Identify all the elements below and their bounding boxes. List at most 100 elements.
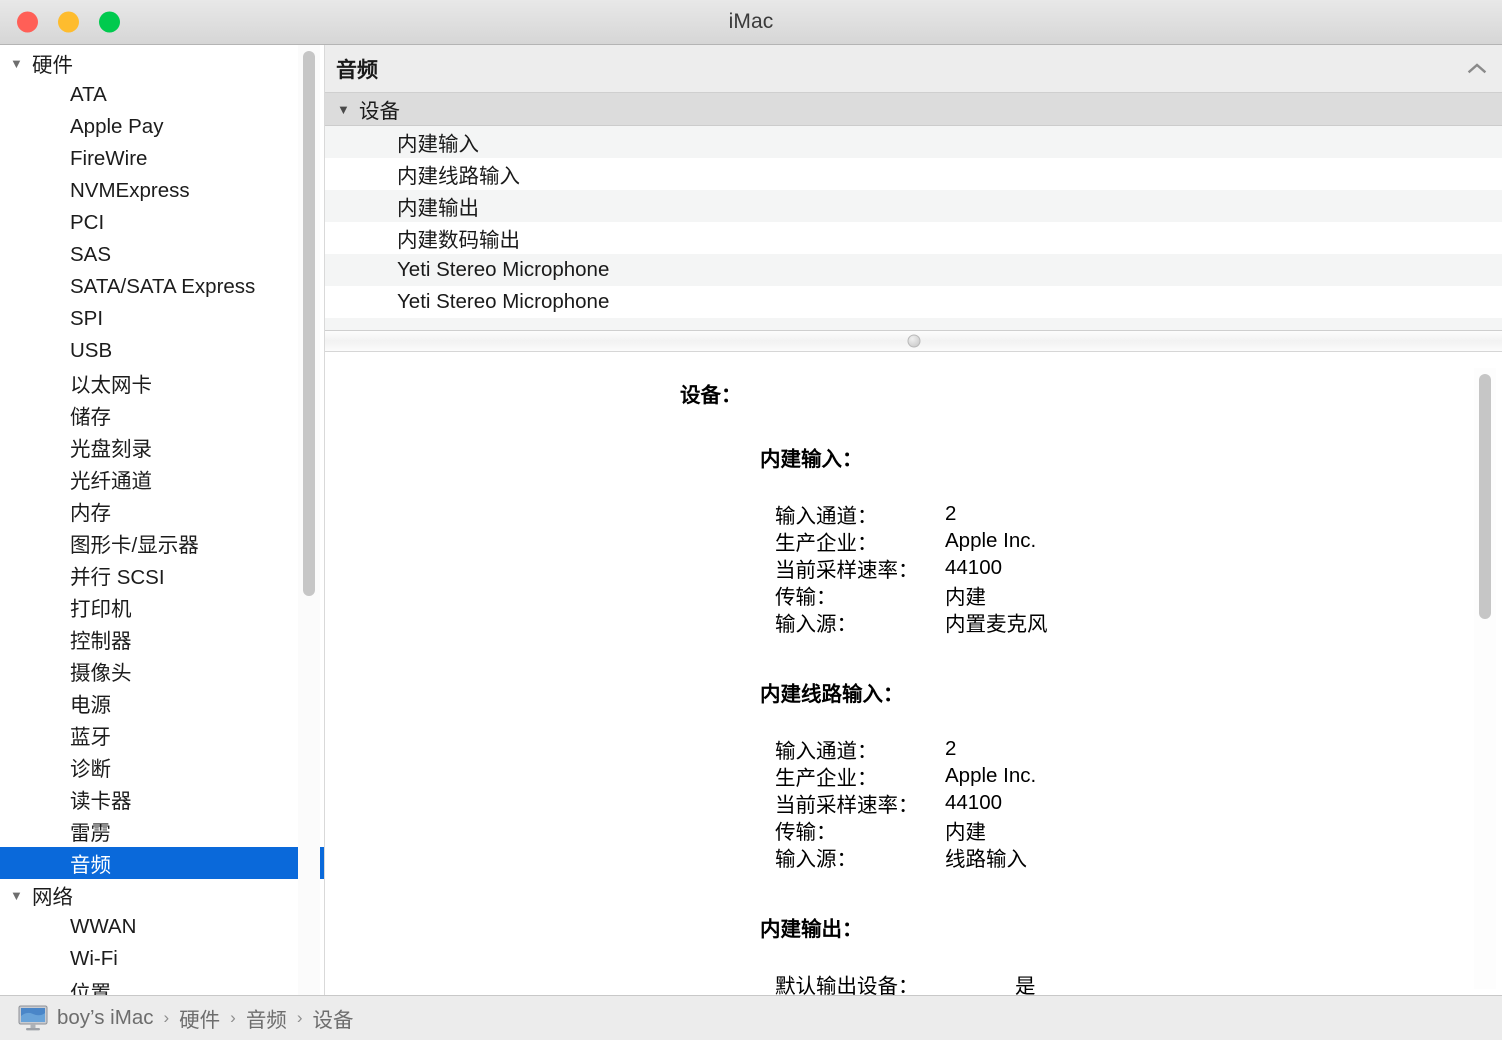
breadcrumb-item-hardware[interactable]: 硬件 [179,1003,220,1033]
breadcrumb-item-audio[interactable]: 音频 [246,1003,287,1033]
sidebar-scrollbar-thumb[interactable] [303,51,315,596]
sidebar-item-label: 打印机 [70,598,132,621]
sidebar-item-label: 诊断 [70,758,111,781]
detail-value: 内置麦克风 [945,612,1048,636]
detail-root-label: 设备： [680,384,742,407]
sidebar-item-bluetooth[interactable]: 蓝牙 [0,719,324,751]
table-row[interactable]: 内建输出 [325,190,1502,222]
detail-row: 输入源： 内置麦克风 [775,608,1502,636]
sidebar-item-audio[interactable]: 音频 [0,847,324,879]
statusbar: boy’s iMac › 硬件 › 音频 › 设备 [0,995,1502,1040]
detail-label: 当前采样速率： [775,558,919,582]
sidebar-group-label: 网络 [32,886,73,909]
sidebar-item-disc-burning[interactable]: 光盘刻录 [0,431,324,463]
sidebar-item-nvmexpress[interactable]: NVMExpress [0,175,324,207]
detail-label: 输入源： [775,612,857,636]
breadcrumb-separator-icon: › [296,1008,303,1027]
sidebar-item-memory[interactable]: 内存 [0,495,324,527]
table-empty-row [325,318,1502,330]
content-pane: 音频 ▼ 设备 内建输入 内建线路输入 内建输出 内建数码输出 Yeti Ste… [325,45,1502,995]
sidebar-item-pci[interactable]: PCI [0,207,324,239]
sidebar: ▼ 硬件 ATA Apple Pay FireWire NVMExpress P… [0,45,325,995]
breadcrumb-item-devices[interactable]: 设备 [312,1003,353,1033]
sidebar-item-parallel-scsi[interactable]: 并行 SCSI [0,559,324,591]
sidebar-item-label: SAS [70,243,112,266]
device-name: 内建输入 [397,133,479,156]
table-row[interactable]: 内建数码输出 [325,222,1502,254]
sidebar-item-label: 图形卡/显示器 [70,534,199,557]
close-button[interactable] [17,11,38,33]
pane-splitter[interactable] [325,330,1502,352]
sidebar-item-label: 读卡器 [70,790,132,813]
sidebar-item-label: PCI [70,211,105,234]
sidebar-item-apple-pay[interactable]: Apple Pay [0,111,324,143]
sidebar-item-camera[interactable]: 摄像头 [0,655,324,687]
triangle-down-icon[interactable]: ▼ [10,889,32,902]
sidebar-item-thunderbolt[interactable]: 雷雳 [0,815,324,847]
detail-value: Apple Inc. [945,528,1037,552]
splitter-handle[interactable] [907,334,920,348]
sidebar-item-label: Apple Pay [70,115,164,138]
page-title: 音频 [336,58,378,82]
imac-icon [18,1005,48,1031]
sidebar-item-controller[interactable]: 控制器 [0,623,324,655]
sidebar-scrollbar-track[interactable] [298,45,320,995]
detail-value: 内建 [945,585,986,609]
sidebar-item-locations[interactable]: 位置 [0,975,324,995]
sidebar-item-spi[interactable]: SPI [0,303,324,335]
zoom-button[interactable] [99,11,120,33]
sidebar-item-firewire[interactable]: FireWire [0,143,324,175]
sidebar-item-label: 以太网卡 [70,374,152,397]
detail-value: 2 [945,501,957,525]
sidebar-item-printers[interactable]: 打印机 [0,591,324,623]
sidebar-item-ata[interactable]: ATA [0,79,324,111]
sidebar-item-card-reader[interactable]: 读卡器 [0,783,324,815]
detail-content: 设备： 内建输入： 输入通道： 2 生产企业： Apple Inc. 当前采样速… [325,378,1502,995]
sidebar-item-label: WWAN [70,915,137,938]
sidebar-item-fibre-channel[interactable]: 光纤通道 [0,463,324,495]
sidebar-item-sata[interactable]: SATA/SATA Express [0,271,324,303]
table-row[interactable]: Yeti Stereo Microphone [325,286,1502,318]
device-list[interactable]: ▼ 设备 内建输入 内建线路输入 内建输出 内建数码输出 Yeti Stereo… [325,93,1502,330]
sidebar-item-label: 并行 SCSI [70,566,165,589]
detail-row: 输入通道： 2 [775,735,1502,763]
detail-scrollbar-thumb[interactable] [1479,374,1491,619]
table-row[interactable]: 内建线路输入 [325,158,1502,190]
sidebar-item-ethernet[interactable]: 以太网卡 [0,367,324,399]
detail-row: 传输： 内建 [775,816,1502,844]
device-name: 内建数码输出 [397,229,520,252]
sidebar-item-label: 光盘刻录 [70,438,152,461]
detail-row: 生产企业： Apple Inc. [775,527,1502,555]
minimize-button[interactable] [58,11,79,33]
sidebar-item-wwan[interactable]: WWAN [0,911,324,943]
detail-section-title: 内建输出： [760,918,863,941]
sidebar-item-wifi[interactable]: Wi-Fi [0,943,324,975]
sidebar-group-hardware[interactable]: ▼ 硬件 [0,47,324,79]
detail-scrollbar-track[interactable] [1474,368,1496,989]
window-title: iMac [728,10,774,33]
sidebar-item-storage[interactable]: 储存 [0,399,324,431]
sidebar-item-label: 光纤通道 [70,470,152,493]
detail-row: 传输： 内建 [775,581,1502,609]
detail-row: 生产企业： Apple Inc. [775,762,1502,790]
triangle-down-icon[interactable]: ▼ [337,103,359,116]
sidebar-item-graphics-displays[interactable]: 图形卡/显示器 [0,527,324,559]
sidebar-item-sas[interactable]: SAS [0,239,324,271]
triangle-down-icon[interactable]: ▼ [10,57,32,70]
detail-label: 生产企业： [775,766,878,790]
sidebar-item-label: FireWire [70,147,148,170]
device-list-group-header[interactable]: ▼ 设备 [325,93,1502,126]
sidebar-item-diagnostics[interactable]: 诊断 [0,751,324,783]
sidebar-group-network[interactable]: ▼ 网络 [0,879,324,911]
sidebar-item-usb[interactable]: USB [0,335,324,367]
detail-section-rows: 输入通道： 2 生产企业： Apple Inc. 当前采样速率： 44100 传… [775,735,1502,871]
sidebar-item-label: 储存 [70,406,111,429]
breadcrumb-item-device[interactable]: boy’s iMac [57,1006,153,1030]
table-row[interactable]: Yeti Stereo Microphone [325,254,1502,286]
detail-label: 输入源： [775,847,857,871]
chevron-up-icon[interactable] [1464,56,1490,82]
detail-row: 默认输出设备： 是 [775,970,1502,996]
detail-value: 线路输入 [945,847,1027,871]
table-row[interactable]: 内建输入 [325,126,1502,158]
sidebar-item-power[interactable]: 电源 [0,687,324,719]
